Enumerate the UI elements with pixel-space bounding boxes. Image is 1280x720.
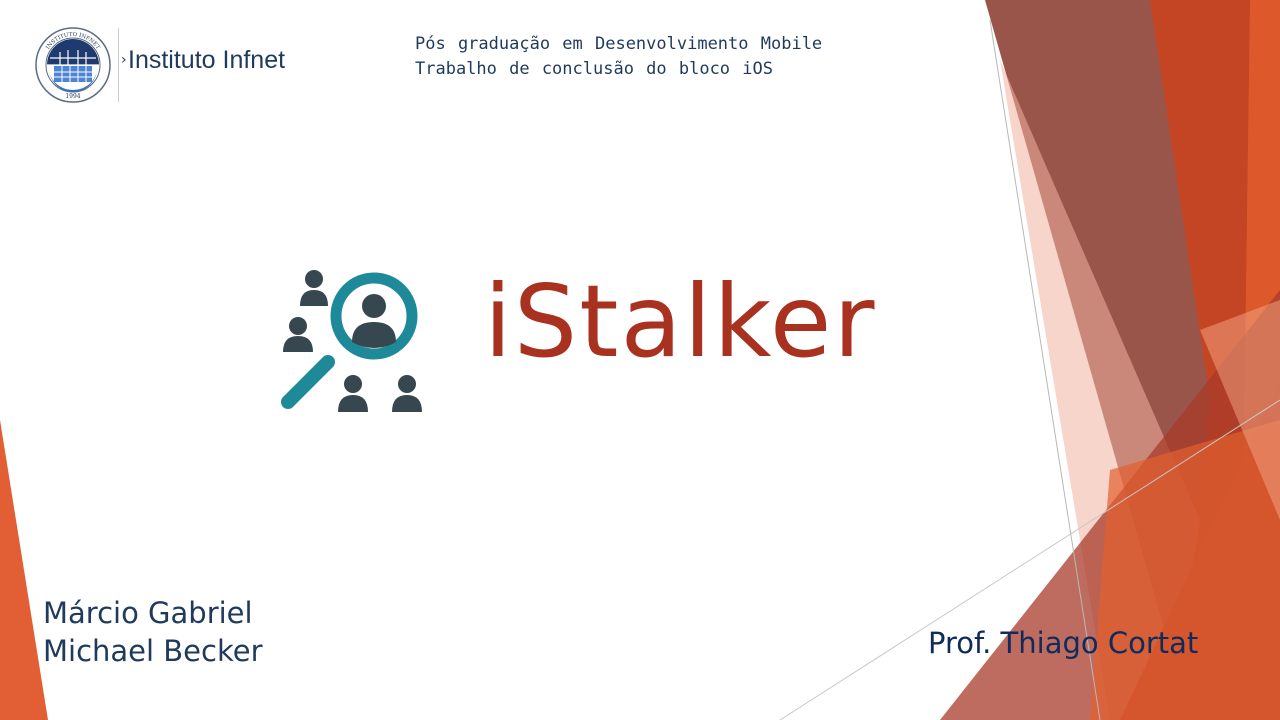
chevron-right-icon: › [121, 52, 127, 68]
authors-list: Márcio Gabriel Michael Becker [43, 594, 263, 670]
institute-seal-icon: 1994 INSTITUTO INFNET [35, 27, 111, 103]
institute-name: Instituto Infnet [128, 46, 286, 74]
author-name: Márcio Gabriel [43, 596, 253, 630]
svg-text:1994: 1994 [65, 93, 80, 100]
app-title: iStalker [484, 263, 877, 380]
course-subtitle: Trabalho de conclusão do bloco iOS [415, 59, 773, 79]
author-name: Michael Becker [43, 634, 263, 668]
course-title: Pós graduação em Desenvolvimento Mobile [415, 34, 823, 54]
professor-name: Prof. Thiago Cortat [928, 626, 1199, 660]
people-search-magnifier-icon [281, 270, 422, 412]
institute-logo: 1994 INSTITUTO INFNET › Instituto Infnet [34, 26, 324, 106]
course-header: Pós graduação em Desenvolvimento Mobile … [415, 32, 822, 82]
logo-divider [118, 28, 119, 102]
